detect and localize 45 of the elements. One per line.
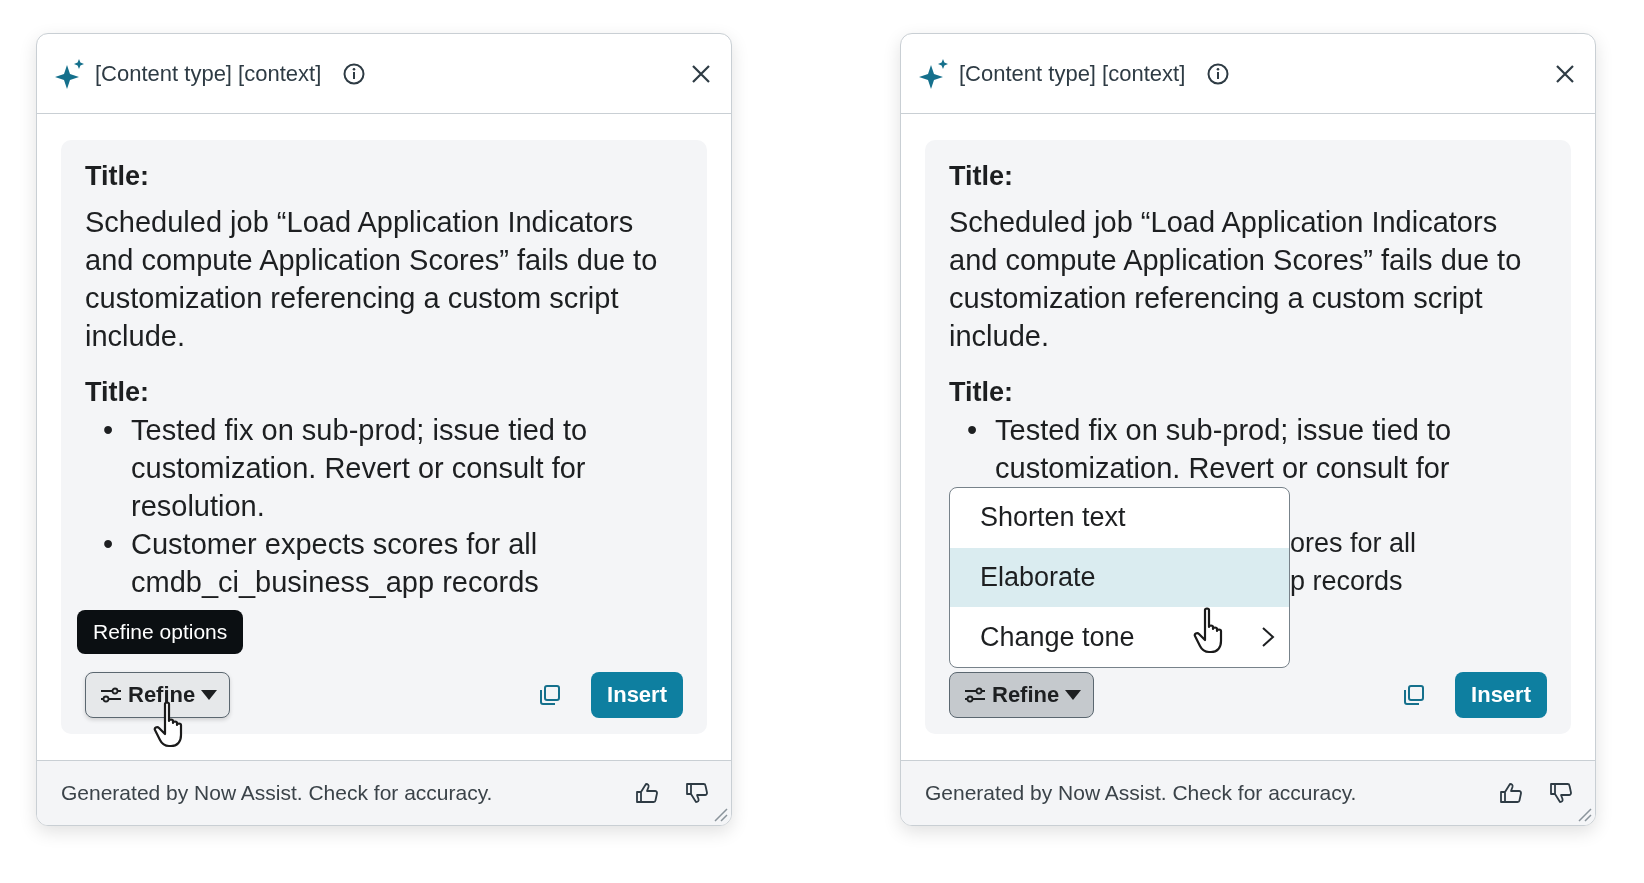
insert-button[interactable]: Insert <box>1455 672 1547 718</box>
panel-title: [Content type] [context] <box>95 60 322 87</box>
thumbs-down-icon[interactable] <box>1549 782 1573 804</box>
bullet-mark: • <box>103 527 115 562</box>
disclaimer-text: Generated by Now Assist. Check for accuracy. <box>925 781 1357 805</box>
thumbs-up-icon[interactable] <box>1499 782 1523 804</box>
refine-button[interactable]: Refine <box>85 672 231 718</box>
section-heading: Title: <box>949 376 1014 409</box>
thumbs-down-icon[interactable] <box>685 782 709 804</box>
bullet-item: Tested fix on sub-prod; issue tied to customization. Revert or consult for resolution. <box>131 413 589 524</box>
tooltip: Refine options <box>77 610 244 654</box>
bullet-item: Tested fix on sub-prod; issue tied to customization. Revert or consult for <box>995 413 1453 486</box>
resize-grip-icon[interactable] <box>1576 806 1592 822</box>
close-icon[interactable] <box>1555 63 1575 84</box>
bullet-mark: • <box>967 413 979 448</box>
bullet-mark: • <box>103 413 115 448</box>
bullet-item: Customer expects scores for all cmdb_ci_business_app records <box>131 527 540 600</box>
section-heading: Title: <box>85 376 150 409</box>
thumbs-up-icon[interactable] <box>635 782 659 804</box>
menu-item[interactable]: Shorten text <box>950 488 1289 548</box>
copy-icon[interactable] <box>539 684 562 706</box>
info-icon[interactable] <box>1207 62 1230 85</box>
partial-text: p records <box>1290 565 1404 598</box>
sparkle-icon <box>919 58 949 89</box>
resize-grip-icon[interactable] <box>712 806 728 822</box>
refine-button[interactable]: Refine <box>949 672 1095 718</box>
close-icon[interactable] <box>691 63 711 84</box>
caret-icon <box>201 690 218 700</box>
partial-text: ores for all <box>1290 527 1417 560</box>
disclaimer-text: Generated by Now Assist. Check for accuracy. <box>61 781 493 805</box>
sliders-icon <box>100 686 122 704</box>
title-text: Scheduled job “Load Application Indicators and compute Application Scores” fails due to customization referencing a custom script include. <box>949 205 1523 354</box>
section-heading: Title: <box>85 160 150 193</box>
info-icon[interactable] <box>343 62 366 85</box>
title-text: Scheduled job “Load Application Indicators and compute Application Scores” fails due to customization referencing a custom script include. <box>85 205 659 354</box>
caret-icon <box>1065 690 1082 700</box>
sparkle-icon <box>55 58 85 89</box>
insert-button[interactable]: Insert <box>591 672 683 718</box>
chevron-right-icon <box>1261 626 1275 649</box>
panel-title: [Content type] [context] <box>959 60 1186 87</box>
menu-item[interactable]: Elaborate <box>950 547 1289 608</box>
sliders-icon <box>964 686 986 704</box>
copy-icon[interactable] <box>1403 684 1426 706</box>
section-heading: Title: <box>949 160 1014 193</box>
menu-item[interactable]: Change tone <box>950 607 1289 667</box>
